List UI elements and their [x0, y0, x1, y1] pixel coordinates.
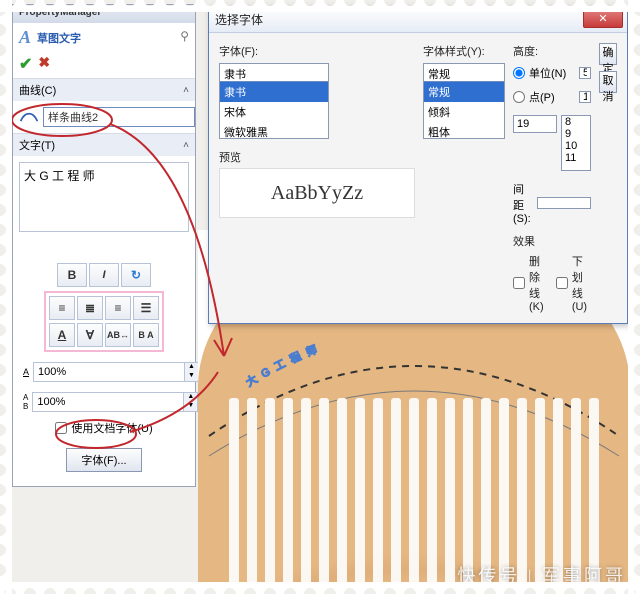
size-list[interactable]: 8 9 10 11	[561, 115, 591, 171]
flip-h-button[interactable]: ∀	[77, 323, 103, 347]
list-item[interactable]: 粗体	[424, 122, 504, 139]
style-listbox[interactable]: 常规 常规 倾斜 粗体 粗体 倾斜	[423, 63, 505, 139]
text-toolbar: B I ↻ ≡ ≣ ≡ ☰ A ∀ AB↔ B A	[19, 263, 189, 480]
dialog-titlebar[interactable]: 选择字体 ✕	[209, 7, 627, 33]
unit-input[interactable]	[579, 67, 591, 79]
effect-group: 效果 删除线(K) 下划线(U)	[513, 233, 591, 313]
italic-button[interactable]: I	[89, 263, 119, 287]
size-input[interactable]	[514, 116, 556, 132]
font-button[interactable]: 字体(F)...	[66, 448, 141, 472]
text-label: 文字(T)	[19, 137, 55, 153]
chevron-up-icon: ˄	[183, 140, 189, 151]
align-right-button[interactable]: ≡	[105, 296, 131, 320]
up-icon[interactable]: ▲	[184, 363, 198, 372]
use-doc-font-label: 使用文档字体(U)	[71, 420, 152, 436]
alignment-group: ≡ ≣ ≡ ☰ A ∀ AB↔ B A	[44, 291, 164, 352]
tracking-button[interactable]: B A	[133, 323, 159, 347]
style-selected[interactable]: 常规	[424, 64, 504, 82]
underline-checkbox[interactable]: 下划线(U)	[556, 253, 591, 313]
pm-titlebar: PropertyManager	[13, 5, 195, 23]
point-label: 点(P)	[529, 89, 555, 105]
strike-checkbox[interactable]: 删除线(K)	[513, 253, 548, 313]
ok-button[interactable]: ✔	[19, 54, 32, 74]
align-left-button[interactable]: ≡	[49, 296, 75, 320]
point-radio[interactable]	[513, 91, 525, 103]
font-column: 字体(F): 隶书 隶书 宋体 微软雅黑 预览 AaBbYyZz	[219, 43, 415, 313]
curve-header[interactable]: 曲线(C) ˄	[13, 79, 195, 101]
curve-section: 曲线(C) ˄	[13, 78, 195, 133]
spacing-label: 间距(S):	[513, 181, 533, 225]
unit-radio[interactable]	[513, 67, 525, 79]
width-input[interactable]	[34, 364, 184, 380]
preview-label: 预览	[219, 152, 241, 164]
list-item[interactable]: 宋体	[220, 102, 328, 122]
use-doc-font-checkbox[interactable]: 使用文档字体(U)	[51, 416, 156, 440]
width-icon: A	[23, 364, 29, 380]
watermark: 快传号 | 军事阿哥	[457, 562, 626, 588]
text-header[interactable]: 文字(T) ˄	[13, 134, 195, 156]
close-button[interactable]: ✕	[583, 10, 623, 28]
curve-label: 曲线(C)	[19, 82, 56, 98]
list-item[interactable]: 11	[562, 152, 590, 164]
up-icon[interactable]: ▲	[183, 393, 197, 402]
curve-input[interactable]	[43, 107, 195, 127]
kerning-button[interactable]: AB↔	[105, 323, 131, 347]
cancel-button[interactable]: ✖	[38, 54, 50, 74]
use-doc-font-input[interactable]	[55, 422, 67, 434]
font-dialog: 选择字体 ✕ 字体(F): 隶书 隶书 宋体 微软雅黑 预览 AaBbYyZz …	[208, 6, 628, 324]
preview-group: 预览 AaBbYyZz	[219, 149, 415, 218]
dialog-buttons: 确定 取消	[599, 43, 617, 313]
ok-button[interactable]: 确定	[599, 43, 617, 65]
feature-title: 草图文字	[37, 30, 81, 46]
font-listbox[interactable]: 隶书 隶书 宋体 微软雅黑	[219, 63, 329, 139]
text-input[interactable]: 大 G 工 程 师	[19, 162, 189, 232]
list-item[interactable]: 微软雅黑	[220, 122, 328, 139]
effect-label: 效果	[513, 236, 535, 248]
text-section: 文字(T) ˄ 大 G 工 程 师 B I ↻ ≡ ≣ ≡ ☰	[13, 133, 195, 486]
style-label: 字体样式(Y):	[423, 43, 505, 59]
pin-icon[interactable]: ⚲	[180, 29, 189, 43]
font-selected[interactable]: 隶书	[220, 64, 328, 82]
spline-icon	[19, 108, 39, 126]
bold-button[interactable]: B	[57, 263, 87, 287]
list-item[interactable]: 8	[562, 116, 590, 128]
dialog-title: 选择字体	[215, 11, 263, 28]
down-icon[interactable]: ▼	[184, 372, 198, 381]
rotate-button[interactable]: ↻	[121, 263, 151, 287]
list-item[interactable]: 常规	[424, 82, 504, 102]
size-spinner[interactable]	[513, 115, 557, 133]
list-item[interactable]: 隶书	[220, 82, 328, 102]
align-justify-button[interactable]: ☰	[133, 296, 159, 320]
spacing-input[interactable]	[33, 394, 183, 410]
spacing-icon: A B	[23, 394, 28, 410]
sketch-text-icon: A	[19, 27, 31, 48]
spacing-spinner[interactable]: ▲▼	[32, 392, 198, 412]
unit-label: 单位(N)	[529, 65, 566, 81]
height-label: 高度:	[513, 43, 591, 59]
align-center-button[interactable]: ≣	[77, 296, 103, 320]
height-column: 高度: 单位(N) 点(P) 8 9 10 11	[513, 43, 591, 313]
confirm-row: ✔ ✖	[13, 52, 195, 78]
list-item[interactable]: 倾斜	[424, 102, 504, 122]
cancel-button[interactable]: 取消	[599, 71, 617, 93]
pm-header: A 草图文字 ⚲	[13, 23, 195, 52]
chevron-up-icon: ˄	[183, 85, 189, 96]
comb-teeth	[218, 398, 610, 584]
preview-box: AaBbYyZz	[219, 168, 415, 218]
list-item[interactable]: 9	[562, 128, 590, 140]
font-label: 字体(F):	[219, 43, 415, 59]
property-manager-panel: PropertyManager A 草图文字 ⚲ ✔ ✖ 曲线(C) ˄ 文字(…	[12, 4, 196, 487]
list-item[interactable]: 10	[562, 140, 590, 152]
spacing-value[interactable]	[537, 197, 591, 209]
down-icon[interactable]: ▼	[183, 402, 197, 411]
style-column: 字体样式(Y): 常规 常规 倾斜 粗体 粗体 倾斜	[423, 43, 505, 313]
point-input[interactable]	[579, 91, 591, 103]
flip-v-button[interactable]: A	[49, 323, 75, 347]
width-spinner[interactable]: ▲▼	[33, 362, 199, 382]
